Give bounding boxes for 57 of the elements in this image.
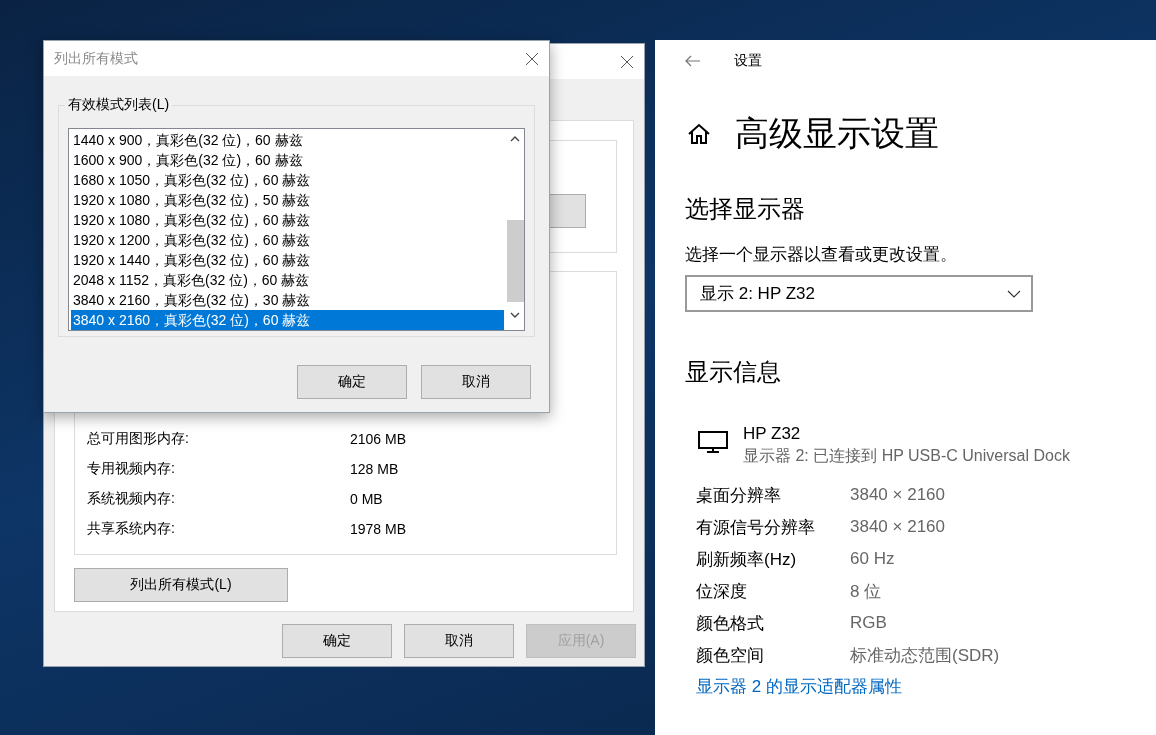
dialog-button[interactable]: 取消 <box>421 365 531 399</box>
memory-value: 1978 MB <box>350 521 408 537</box>
info-label: 桌面分辨率 <box>696 484 782 507</box>
info-value: RGB <box>850 613 888 633</box>
monitor-name: HP Z32 <box>743 424 802 444</box>
monitor-connection: 显示器 2: 已连接到 HP USB-C Universal Dock <box>743 446 1070 466</box>
mode-list-item[interactable]: 1920 x 1080，真彩色(32 位)，50 赫兹 <box>71 190 504 210</box>
mode-list-item[interactable]: 3840 x 2160，真彩色(32 位)，30 赫兹 <box>71 290 504 310</box>
info-value: 3840 × 2160 <box>850 517 946 537</box>
mode-list-item[interactable]: 3840 x 2160，真彩色(32 位)，60 赫兹 <box>71 310 504 330</box>
scrollbar-thumb[interactable] <box>506 220 524 302</box>
close-icon[interactable] <box>620 54 634 69</box>
info-label: 刷新频率(Hz) <box>696 548 798 571</box>
memory-label: 系统视频内存: <box>87 490 176 508</box>
dialog-button[interactable]: 确定 <box>282 624 392 658</box>
mode-list-item[interactable]: 1680 x 1050，真彩色(32 位)，60 赫兹 <box>71 170 504 190</box>
mode-list-item[interactable]: 1440 x 900，真彩色(32 位)，60 赫兹 <box>71 130 504 150</box>
display-dropdown[interactable]: 显示 2: HP Z32 <box>685 275 1033 312</box>
description-text: 选择一个显示器以查看或更改设置。 <box>685 244 958 266</box>
memory-value: 128 MB <box>350 461 400 477</box>
list-all-modes-button[interactable]: 列出所有模式(L) <box>74 568 288 602</box>
memory-value: 0 MB <box>350 491 384 507</box>
info-value: 8 位 <box>850 580 883 603</box>
dialog-button[interactable]: 确定 <box>297 365 407 399</box>
dialog-title: 列出所有模式 <box>54 49 138 68</box>
info-label: 颜色空间 <box>696 644 765 667</box>
memory-label: 专用视频内存: <box>87 460 176 478</box>
dropdown-value: 显示 2: HP Z32 <box>700 283 815 305</box>
adapter-properties-link[interactable]: 显示器 2 的显示适配器属性 <box>696 675 1156 698</box>
section-heading: 显示信息 <box>685 357 782 387</box>
home-icon[interactable] <box>687 123 711 145</box>
mode-list-item[interactable]: 1920 x 1080，真彩色(32 位)，60 赫兹 <box>71 210 504 230</box>
page-title: 高级显示设置 <box>735 113 939 154</box>
scroll-down-icon[interactable] <box>510 312 520 318</box>
back-arrow-icon[interactable] <box>685 55 701 67</box>
group-label: 有效模式列表(L) <box>65 96 173 114</box>
settings-header: 设置 <box>734 52 762 70</box>
info-value: 60 Hz <box>850 549 896 569</box>
info-label: 位深度 <box>696 580 748 603</box>
info-value: 3840 × 2160 <box>850 485 946 505</box>
dialog-button[interactable]: 取消 <box>404 624 514 658</box>
section-heading: 选择显示器 <box>685 194 806 224</box>
mode-list-item[interactable]: 1920 x 1200，真彩色(32 位)，60 赫兹 <box>71 230 504 250</box>
scroll-up-icon[interactable] <box>510 136 520 142</box>
mode-list-item[interactable]: 1920 x 1440，真彩色(32 位)，60 赫兹 <box>71 250 504 270</box>
info-label: 颜色格式 <box>696 612 765 635</box>
info-value: 标准动态范围(SDR) <box>850 644 1001 667</box>
memory-label: 共享系统内存: <box>87 520 176 538</box>
close-icon[interactable] <box>525 51 539 66</box>
memory-value: 2106 MB <box>350 431 408 447</box>
mode-list-item[interactable]: 2048 x 1152，真彩色(32 位)，60 赫兹 <box>71 270 504 290</box>
chevron-down-icon <box>1007 289 1021 298</box>
memory-label: 总可用图形内存: <box>87 430 190 448</box>
monitor-icon <box>697 430 729 454</box>
mode-list-item[interactable]: 1600 x 900，真彩色(32 位)，60 赫兹 <box>71 150 504 170</box>
modes-list[interactable] <box>68 128 525 331</box>
info-label: 有源信号分辨率 <box>696 516 816 539</box>
